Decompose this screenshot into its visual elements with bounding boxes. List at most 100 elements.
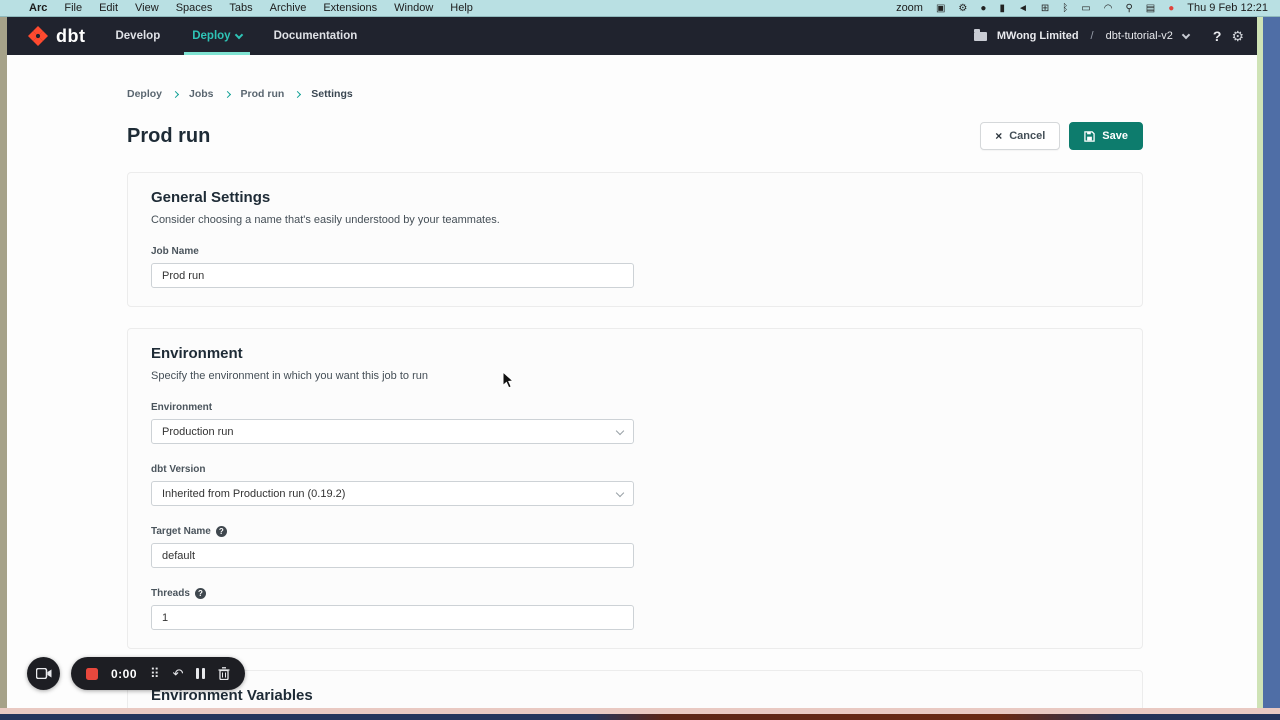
menu-tabs[interactable]: Tabs	[229, 0, 252, 17]
desktop-wallpaper-left	[0, 17, 7, 708]
chevron-down-icon	[616, 427, 624, 435]
general-settings-heading: General Settings	[151, 189, 1119, 206]
menu-window[interactable]: Window	[394, 0, 433, 17]
cancel-button[interactable]: × Cancel	[980, 122, 1060, 150]
control-center-icon[interactable]: ▤	[1146, 0, 1155, 17]
dbt-logo-icon	[26, 24, 50, 48]
project-selector[interactable]: dbt-tutorial-v2	[1106, 30, 1173, 42]
keyboard-badge-icon[interactable]: ▭	[1081, 0, 1090, 17]
volume-icon[interactable]: ◄	[1018, 0, 1028, 17]
page-header: Prod run × Cancel Save	[127, 122, 1143, 150]
record-dot-icon[interactable]: ●	[1168, 0, 1174, 17]
camera-toggle-button[interactable]	[27, 657, 60, 690]
environment-heading: Environment	[151, 345, 1119, 362]
zoom-app-menu[interactable]: zoom	[896, 0, 923, 17]
cancel-button-label: Cancel	[1009, 130, 1045, 142]
job-name-input[interactable]	[151, 263, 634, 288]
nav-documentation[interactable]: Documentation	[274, 17, 358, 55]
general-settings-description: Consider choosing a name that's easily u…	[151, 214, 1119, 226]
help-tooltip-icon[interactable]: ?	[216, 526, 227, 537]
calendar-icon[interactable]: ⊞	[1041, 0, 1049, 17]
pause-button[interactable]	[196, 668, 205, 679]
help-tooltip-icon[interactable]: ?	[195, 588, 206, 599]
macos-menubar: Arc File Edit View Spaces Tabs Archive E…	[0, 0, 1280, 17]
account-name[interactable]: MWong Limited	[997, 30, 1079, 42]
dbt-version-field-group: dbt Version Inherited from Production ru…	[151, 464, 1119, 506]
wifi-icon[interactable]: ◠	[1104, 0, 1113, 17]
nav-develop[interactable]: Develop	[115, 17, 160, 55]
job-settings-page: Deploy Jobs Prod run Settings Prod run ×…	[7, 55, 1263, 708]
menu-arc[interactable]: Arc	[29, 0, 47, 17]
menubar-menus: Arc File Edit View Spaces Tabs Archive E…	[12, 0, 473, 17]
environment-select[interactable]: Production run	[151, 419, 634, 444]
environment-label-text: Environment	[151, 402, 212, 413]
environment-variables-heading: Environment Variables	[151, 687, 1119, 704]
menu-help[interactable]: Help	[450, 0, 473, 17]
trash-icon[interactable]	[218, 667, 230, 680]
menubar-clock[interactable]: Thu 9 Feb 12:21	[1187, 2, 1268, 14]
environment-field-group: Environment Production run	[151, 402, 1119, 444]
save-button-label: Save	[1102, 130, 1128, 142]
target-name-field-group: Target Name ?	[151, 526, 1119, 568]
dbt-version-select[interactable]: Inherited from Production run (0.19.2)	[151, 481, 634, 506]
chevron-right-icon	[223, 90, 230, 97]
threads-label-text: Threads	[151, 588, 190, 599]
nav-documentation-label: Documentation	[274, 30, 358, 42]
menu-spaces[interactable]: Spaces	[176, 0, 213, 17]
environment-card: Environment Specify the environment in w…	[127, 328, 1143, 649]
screen-recorder-widget: 0:00 ⠿ ↶	[27, 657, 245, 690]
menu-file[interactable]: File	[64, 0, 82, 17]
breadcrumb: Deploy Jobs Prod run Settings	[127, 88, 1143, 100]
menubar-status-area: zoom ▣ ⚙ ● ▮ ◄ ⊞ ᛒ ▭ ◠ ⚲ ▤ ● Thu 9 Feb 1…	[896, 0, 1268, 17]
settings-gear-icon[interactable]: ⚙	[1231, 28, 1244, 45]
menu-view[interactable]: View	[135, 0, 159, 17]
target-name-input[interactable]	[151, 543, 634, 568]
desktop-wallpaper-right	[1263, 17, 1280, 708]
stop-record-icon[interactable]	[86, 668, 98, 680]
recording-timer: 0:00	[111, 667, 137, 681]
nav-deploy[interactable]: Deploy	[192, 17, 241, 55]
camera-icon	[36, 668, 52, 679]
job-name-field-group: Job Name	[151, 246, 1119, 288]
chevron-down-icon[interactable]	[1182, 30, 1190, 38]
screen-icon[interactable]: ▣	[936, 0, 945, 17]
drag-handle-icon[interactable]: ⠿	[150, 657, 160, 690]
save-button[interactable]: Save	[1069, 122, 1143, 150]
spotlight-search-icon[interactable]: ⚲	[1125, 0, 1132, 17]
bluetooth-icon[interactable]: ᛒ	[1062, 0, 1068, 17]
help-button[interactable]: ?	[1213, 28, 1222, 44]
dbt-logo[interactable]: dbt	[26, 24, 85, 48]
menu-archive[interactable]: Archive	[270, 0, 307, 17]
breadcrumb-deploy[interactable]: Deploy	[127, 88, 162, 100]
breadcrumb-jobs[interactable]: Jobs	[189, 88, 214, 100]
save-icon	[1084, 131, 1095, 142]
dbt-version-label-text: dbt Version	[151, 464, 205, 475]
nav-links: Develop Deploy Documentation	[115, 17, 357, 55]
page-title: Prod run	[127, 125, 210, 148]
dbt-version-select-value: Inherited from Production run (0.19.2)	[162, 488, 345, 500]
target-name-label: Target Name ?	[151, 526, 1119, 537]
chevron-down-icon	[616, 489, 624, 497]
threads-input[interactable]	[151, 605, 634, 630]
threads-field-group: Threads ?	[151, 588, 1119, 630]
clock-icon[interactable]: ●	[980, 0, 986, 17]
mouse-cursor	[502, 371, 514, 389]
environment-variables-card: Environment Variables Job level override…	[127, 670, 1143, 708]
environment-description: Specify the environment in which you wan…	[151, 370, 1119, 382]
nav-deploy-label: Deploy	[192, 30, 230, 42]
threads-label: Threads ?	[151, 588, 1119, 599]
battery-icon[interactable]: ▮	[999, 0, 1005, 17]
chevron-right-icon	[294, 90, 301, 97]
recorder-toolbar: 0:00 ⠿ ↶	[71, 657, 245, 690]
gear-icon[interactable]: ⚙	[958, 0, 967, 17]
undo-icon[interactable]: ↶	[173, 657, 184, 690]
job-name-label-text: Job Name	[151, 246, 199, 257]
folder-icon	[974, 32, 987, 41]
menu-edit[interactable]: Edit	[99, 0, 118, 17]
dbt-logo-text: dbt	[56, 26, 85, 47]
target-name-label-text: Target Name	[151, 526, 211, 537]
header-actions: × Cancel Save	[980, 122, 1143, 150]
menu-extensions[interactable]: Extensions	[323, 0, 377, 17]
chevron-right-icon	[172, 90, 179, 97]
breadcrumb-prod-run[interactable]: Prod run	[241, 88, 285, 100]
